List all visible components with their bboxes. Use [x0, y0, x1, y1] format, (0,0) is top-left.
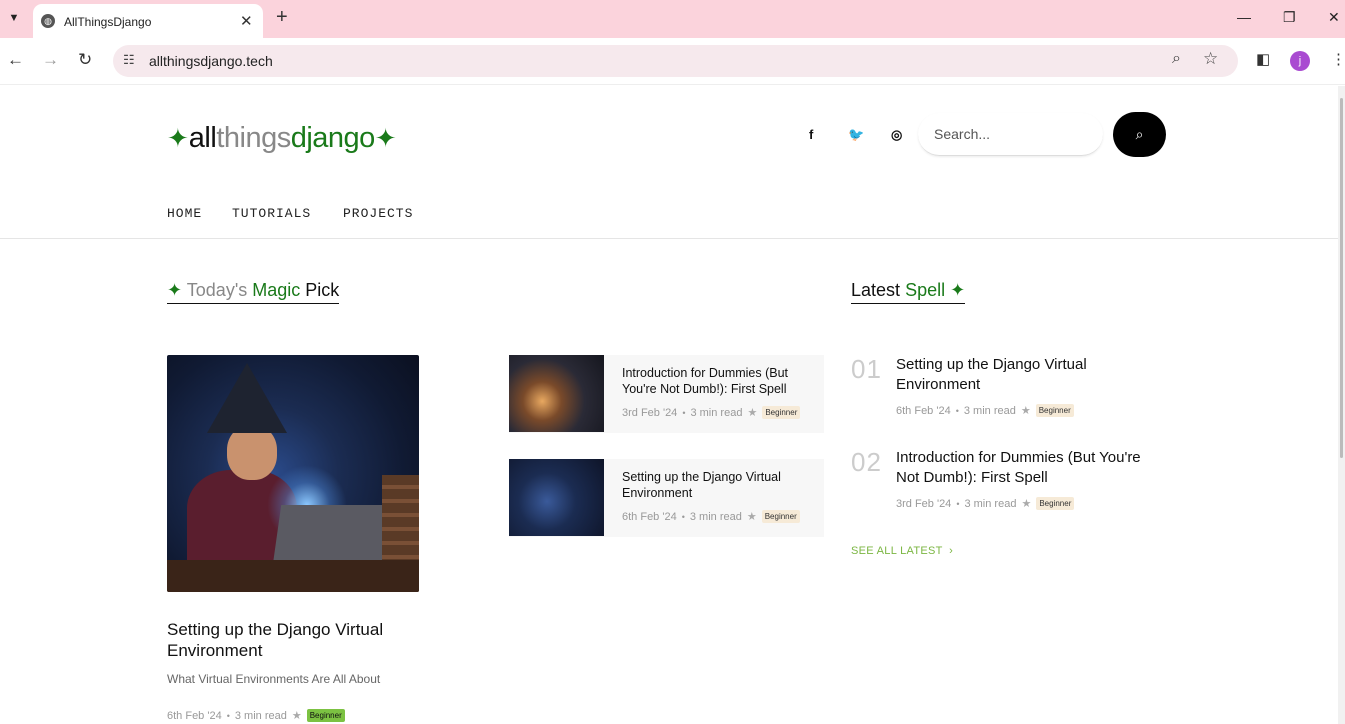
search-button[interactable]: ⌕ [1113, 112, 1166, 157]
site-logo[interactable]: ✦ all things django ✦ [167, 118, 397, 158]
level-badge: Beginner [306, 709, 345, 722]
globe-icon: ◍ [41, 14, 55, 28]
new-tab-button[interactable]: + [276, 6, 288, 29]
latest-title[interactable]: Introduction for Dummies (But You're Not… [896, 448, 1166, 488]
site-info-icon[interactable]: ☷ [123, 52, 135, 68]
logo-text-things: things [216, 121, 291, 154]
see-all-latest-link[interactable]: SEE ALL LATEST › [851, 545, 953, 557]
magic-pick-heading: ✦ Today's Magic Pick [167, 280, 340, 304]
post-meta: 3rd Feb '24 • 3 min read ★ Beginner [622, 406, 801, 419]
address-bar[interactable]: ☷ allthingsdjango.tech ⌕ ☆ [113, 45, 1238, 77]
post-title[interactable]: Setting up the Django Virtual Environmen… [622, 469, 812, 501]
post-date: 6th Feb '24 [167, 709, 222, 722]
zoom-icon[interactable]: ⌕ [1172, 50, 1181, 68]
featured-meta: 6th Feb '24 • 3 min read ★ Beginner [167, 709, 345, 722]
post-thumbnail[interactable] [509, 459, 604, 536]
latest-number: 02 [851, 447, 882, 477]
scrollbar[interactable] [1338, 86, 1345, 724]
post-card[interactable]: Setting up the Django Virtual Environmen… [509, 459, 824, 537]
tab-bar: ▼ ◍ AllThingsDjango ✕ + — ❐ ✕ [0, 0, 1345, 38]
twitter-icon[interactable]: 🐦 [848, 127, 864, 143]
chevron-right-icon: › [945, 545, 954, 557]
post-card[interactable]: Introduction for Dummies (But You're Not… [509, 355, 824, 433]
browser-toolbar: ← → ↻ ☷ allthingsdjango.tech ⌕ ☆ ◧ j ⋮ [0, 38, 1345, 85]
post-meta: 6th Feb '24 • 3 min read ★ Beginner [622, 510, 800, 523]
level-badge: Beginner [761, 510, 800, 523]
star-icon: ★ [1021, 498, 1032, 510]
logo-text-all: all [188, 121, 217, 154]
level-badge: Beginner [1036, 497, 1075, 510]
star-icon: ★ [1020, 405, 1031, 417]
magic-wand-icon: ✦ [374, 123, 397, 153]
post-title[interactable]: Introduction for Dummies (But You're Not… [622, 365, 812, 397]
close-tab-icon[interactable]: ✕ [240, 12, 253, 30]
star-icon: ★ [746, 511, 757, 523]
bookmark-star-icon[interactable]: ☆ [1203, 49, 1218, 69]
read-time: 3 min read [234, 709, 287, 722]
instagram-icon[interactable]: ◎ [891, 127, 902, 143]
latest-number: 01 [851, 354, 882, 384]
magic-wand-icon: ✦ [950, 280, 966, 300]
nav-tutorials[interactable]: TUTORIALS [232, 206, 311, 221]
featured-image[interactable] [167, 355, 419, 592]
magic-wand-icon: ✦ [167, 280, 183, 300]
facebook-icon[interactable]: f [809, 127, 813, 142]
back-icon[interactable]: ← [7, 50, 24, 70]
latest-meta: 3rd Feb '24 • 3 min read ★ Beginner [896, 497, 1075, 510]
level-badge: Beginner [1035, 404, 1074, 417]
menu-kebab-icon[interactable]: ⋮ [1331, 50, 1345, 68]
search-input[interactable] [934, 126, 1094, 142]
restore-button[interactable]: ❐ [1283, 9, 1296, 26]
logo-text-django: django [290, 121, 376, 154]
search-field[interactable] [918, 113, 1103, 156]
side-panel-icon[interactable]: ◧ [1256, 50, 1270, 68]
latest-meta: 6th Feb '24 • 3 min read ★ Beginner [896, 404, 1074, 417]
magic-wand-icon: ✦ [167, 123, 189, 153]
nav-projects[interactable]: PROJECTS [343, 206, 413, 221]
tab-search-icon[interactable]: ▼ [4, 7, 24, 29]
latest-spell-heading: Latest Spell ✦ [851, 280, 966, 304]
tab-title: AllThingsDjango [64, 15, 152, 29]
featured-subtitle: What Virtual Environments Are All About [167, 672, 381, 686]
url-text[interactable]: allthingsdjango.tech [149, 53, 273, 69]
header-divider [0, 238, 1338, 239]
minimize-button[interactable]: — [1237, 9, 1251, 25]
reload-icon[interactable]: ↻ [78, 50, 92, 70]
level-badge: Beginner [762, 406, 801, 419]
post-thumbnail[interactable] [509, 355, 604, 432]
close-window-button[interactable]: ✕ [1328, 9, 1340, 26]
featured-title[interactable]: Setting up the Django Virtual Environmen… [167, 619, 427, 661]
star-icon: ★ [747, 407, 758, 419]
star-icon: ★ [291, 710, 302, 722]
latest-title[interactable]: Setting up the Django Virtual Environmen… [896, 355, 1166, 395]
nav-home[interactable]: HOME [167, 206, 202, 221]
profile-avatar[interactable]: j [1290, 51, 1310, 71]
forward-icon[interactable]: → [42, 50, 59, 70]
tab-active[interactable]: ◍ AllThingsDjango ✕ [33, 4, 263, 38]
